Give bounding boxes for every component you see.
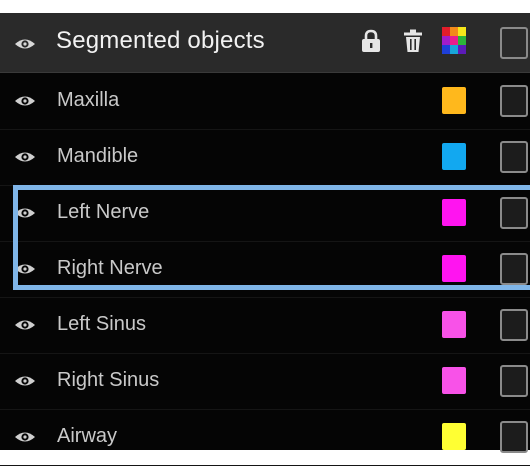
segmented-objects-panel: Segmented objects Maxilla Mandible Left …: [0, 13, 530, 466]
eye-icon[interactable]: [14, 318, 36, 332]
object-row[interactable]: Left Sinus: [0, 297, 530, 353]
object-row[interactable]: Maxilla: [0, 73, 530, 129]
object-row[interactable]: Airway: [0, 409, 530, 465]
object-row[interactable]: Mandible: [0, 129, 530, 185]
select-all-checkbox[interactable]: [500, 27, 528, 59]
eye-icon[interactable]: [14, 262, 36, 276]
object-row[interactable]: Right Sinus: [0, 353, 530, 409]
color-swatch[interactable]: [442, 143, 466, 170]
object-checkbox[interactable]: [500, 309, 528, 341]
object-label: Left Nerve: [57, 201, 150, 223]
eye-icon[interactable]: [14, 430, 36, 444]
eye-icon[interactable]: [14, 94, 36, 108]
object-checkbox[interactable]: [500, 141, 528, 173]
object-label: Right Sinus: [57, 369, 160, 391]
color-swatch[interactable]: [442, 311, 466, 338]
object-label: Airway: [57, 425, 118, 447]
color-swatch[interactable]: [442, 367, 466, 394]
object-label: Maxilla: [57, 89, 120, 111]
color-swatch[interactable]: [442, 199, 466, 226]
panel-header: Segmented objects: [0, 13, 530, 73]
panel-title: Segmented objects: [56, 27, 265, 54]
eye-icon[interactable]: [14, 206, 36, 220]
trash-icon[interactable]: [403, 29, 423, 58]
object-label: Left Sinus: [57, 313, 146, 335]
object-row[interactable]: Right Nerve: [0, 241, 530, 297]
object-checkbox[interactable]: [500, 197, 528, 229]
object-checkbox[interactable]: [500, 365, 528, 397]
eye-icon[interactable]: [14, 150, 36, 164]
eye-icon[interactable]: [14, 374, 36, 388]
object-checkbox[interactable]: [500, 85, 528, 117]
color-swatch[interactable]: [442, 423, 466, 450]
object-label: Mandible: [57, 145, 139, 167]
object-checkbox[interactable]: [500, 421, 528, 453]
object-row[interactable]: Left Nerve: [0, 185, 530, 241]
object-checkbox[interactable]: [500, 253, 528, 285]
lock-icon[interactable]: [361, 29, 381, 58]
eye-icon[interactable]: [14, 37, 36, 51]
color-swatch[interactable]: [442, 255, 466, 282]
color-swatch[interactable]: [442, 87, 466, 114]
color-palette-icon[interactable]: [442, 27, 466, 59]
object-label: Right Nerve: [57, 257, 163, 279]
